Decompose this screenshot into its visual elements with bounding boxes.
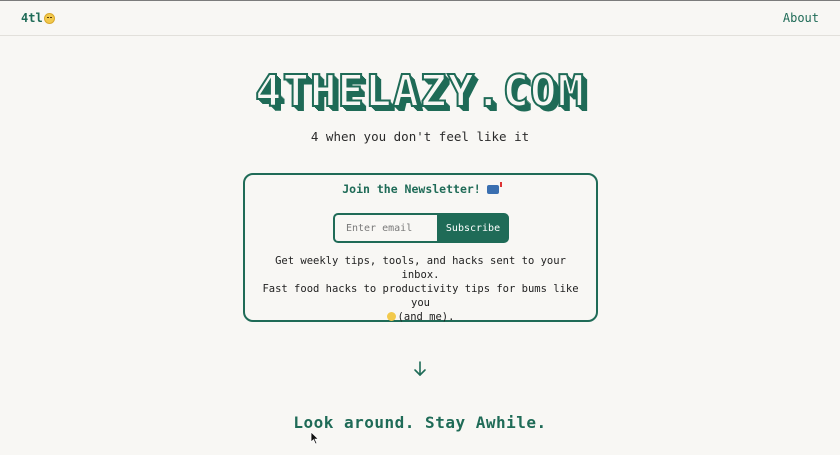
email-input[interactable]	[333, 213, 437, 243]
newsletter-description-line-3: (and me).	[253, 310, 588, 324]
newsletter-title: Join the Newsletter!	[245, 182, 596, 196]
brand-text: 4tl	[21, 11, 43, 25]
top-nav: 4tl About	[0, 1, 840, 36]
subscribe-button[interactable]: Subscribe	[437, 213, 509, 243]
mouse-cursor-icon	[310, 431, 320, 445]
newsletter-card: Join the Newsletter! Subscribe Get weekl…	[243, 173, 598, 324]
about-link[interactable]: About	[783, 11, 819, 25]
brand-link[interactable]: 4tl	[21, 11, 55, 25]
arrow-down-icon[interactable]	[412, 360, 428, 378]
section-title: Look around. Stay Awhile.	[293, 413, 547, 432]
hero-title: 4THELAZY.COM	[254, 65, 585, 118]
newsletter-description-line-3-text: (and me).	[397, 311, 455, 323]
newsletter-description: Get weekly tips, tools, and hacks sent t…	[253, 254, 588, 324]
newsletter-description-line-1: Get weekly tips, tools, and hacks sent t…	[275, 255, 566, 281]
winking-face-icon	[386, 312, 396, 321]
newsletter-title-text: Join the Newsletter!	[342, 182, 481, 196]
page: 4tl About 4THELAZY.COM 4 when you don't …	[0, 0, 840, 455]
newsletter-form: Subscribe	[333, 213, 509, 243]
mailbox-icon	[486, 182, 502, 194]
newsletter-description-line-2: Fast food hacks to productivity tips for…	[262, 283, 579, 309]
hero-tagline: 4 when you don't feel like it	[310, 129, 530, 144]
sleepy-face-icon	[43, 12, 55, 24]
